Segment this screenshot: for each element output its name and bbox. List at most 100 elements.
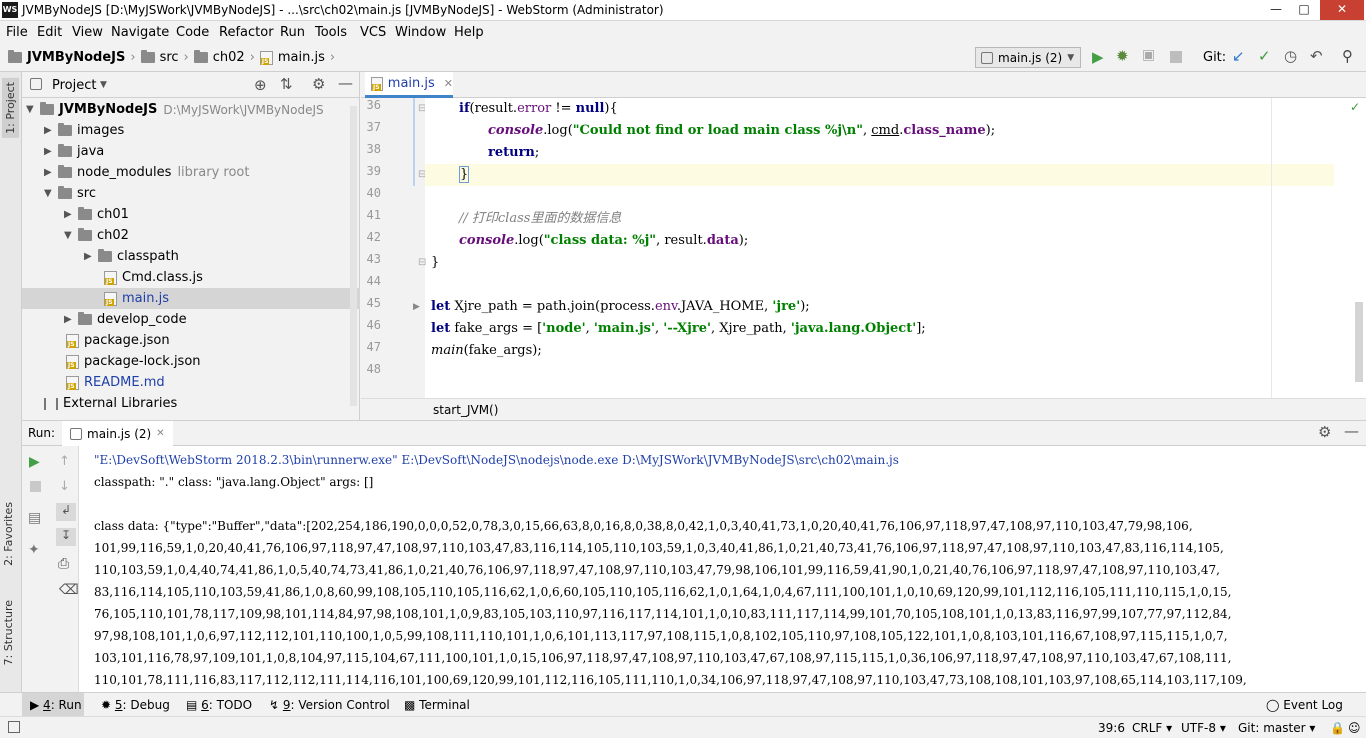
gear-icon[interactable]: ⚙ [1318,423,1331,441]
pin-icon[interactable]: ✦ [28,542,40,558]
gear-icon[interactable]: ⚙ [312,75,325,93]
json-file-icon [66,333,79,348]
chevron-right-icon: ▶ [84,251,92,262]
git-commit-icon[interactable]: ✓ [1258,47,1271,65]
coverage-icon[interactable]: ▣ [1142,47,1155,63]
tree-item-package-json[interactable]: package.json [66,330,170,351]
tree-item-readme[interactable]: README.md [66,372,165,393]
menu-file[interactable]: File [6,25,28,40]
menu-run[interactable]: Run [280,25,305,40]
line-number: 40 [366,186,381,200]
close-window-button[interactable]: ✕ [1320,0,1364,20]
minimize-button[interactable]: — [1262,0,1290,20]
menu-tools[interactable]: Tools [315,25,347,40]
file-encoding[interactable]: UTF-8 ▾ [1181,721,1226,735]
layout-icon[interactable]: ▤ [28,510,41,526]
function-breadcrumb[interactable]: start_JVM() [433,403,498,417]
terminal-icon: ▩ [404,698,420,712]
tree-item-ch02[interactable]: ▼ ch02 [64,225,129,246]
menu-edit[interactable]: Edit [37,25,62,40]
git-rollback-icon[interactable]: ↶ [1310,47,1323,65]
tree-item-node-modules[interactable]: ▶ node_modules library root [44,162,249,183]
menu-window[interactable]: Window [395,25,446,40]
git-history-icon[interactable]: ◷ [1284,47,1297,65]
toggle-panels-icon[interactable] [8,721,20,733]
lock-icon[interactable]: 🔒 [1330,721,1345,735]
tab-run[interactable]: ▶ 4: Run [30,698,82,712]
rerun-button[interactable]: ▶ [29,454,40,470]
json-file-icon [66,354,79,369]
breadcrumb: JVMByNodeJS › src › ch02 › main.js › [8,50,335,65]
arrow-down-icon[interactable]: ↓ [59,479,70,494]
breadcrumb-project[interactable]: JVMByNodeJS [27,50,125,65]
soft-wrap-icon[interactable]: ↲ [56,503,76,521]
stop-icon[interactable] [30,481,41,492]
project-panel-title[interactable]: Project [52,78,96,93]
event-log-button[interactable]: ◯ Event Log [1266,698,1343,712]
close-icon[interactable]: ✕ [444,77,453,90]
menu-code[interactable]: Code [176,25,209,40]
line-number: 37 [366,120,381,134]
hide-panel-icon[interactable]: — [338,74,353,92]
run-button[interactable]: ▶ [1092,48,1104,66]
tree-item-external-libraries[interactable]: External Libraries [44,393,177,414]
trash-icon[interactable]: ⌫ [59,582,79,598]
tab-structure-tool[interactable]: 7: Structure [2,600,15,665]
menu-vcs[interactable]: VCS [360,25,386,40]
arrow-up-icon[interactable]: ↑ [59,454,70,469]
tab-project-tool[interactable]: 1: Project [2,78,19,138]
menu-view[interactable]: View [72,25,103,40]
menu-navigate[interactable]: Navigate [111,25,169,40]
collapse-all-icon[interactable]: ⇅ [280,75,293,93]
stop-icon[interactable] [1170,51,1182,63]
scroll-to-end-icon[interactable]: ↧ [56,528,76,546]
project-scrollbar[interactable] [350,106,357,406]
tree-item-develop-code[interactable]: ▶ develop_code [64,309,187,330]
breadcrumb-src[interactable]: src [160,50,179,65]
tab-terminal[interactable]: ▩ Terminal [404,698,470,712]
tree-item-project-root[interactable]: ▼ JVMByNodeJS D:\MyJSWork\JVMByNodeJS [26,99,324,120]
tree-item-classpath[interactable]: ▶ classpath [84,246,179,267]
run-config-select[interactable]: main.js (2) ▼ [975,47,1081,68]
close-icon[interactable]: ✕ [156,428,164,439]
maximize-button[interactable]: □ [1290,0,1318,20]
run-tab[interactable]: main.js (2) ✕ [62,421,173,446]
line-separator[interactable]: CRLF ▾ [1132,721,1172,735]
locate-file-icon[interactable]: ⊕ [254,76,267,94]
chevron-down-icon[interactable]: ▼ [100,80,107,90]
inspector-icon[interactable]: ☺ [1348,721,1361,735]
chevron-right-icon: ▶ [64,314,72,325]
run-gutter-icon[interactable]: ▶ [413,302,420,312]
tree-item-package-lock-json[interactable]: package-lock.json [66,351,201,372]
code-token: , [654,321,664,336]
tree-item-main-js[interactable]: main.js [22,288,360,309]
console-output[interactable]: "E:\DevSoft\WebStorm 2018.2.3\bin\runner… [94,449,1364,693]
tab-favorites-tool[interactable]: 2: Favorites [2,502,15,566]
tab-debug[interactable]: ✹ 5: Debug [101,698,170,712]
search-icon[interactable]: ⚲ [1342,47,1353,65]
version-control-icon: ↯ [269,698,283,712]
caret-position[interactable]: 39:6 [1098,721,1125,735]
tree-item-java[interactable]: ▶ java [44,141,104,162]
print-icon[interactable]: ⎙ [58,556,69,572]
breadcrumb-main-js[interactable]: main.js [278,50,325,65]
git-branch[interactable]: Git: master ▾ [1238,721,1315,735]
tree-item-cmd-class-js[interactable]: Cmd.class.js [104,267,203,288]
breadcrumb-ch02[interactable]: ch02 [213,50,245,65]
tree-item-ch01[interactable]: ▶ ch01 [64,204,129,225]
debug-bug-icon[interactable]: ✹ [1116,47,1129,65]
editor-scrollbar[interactable] [1355,302,1363,382]
menu-refactor[interactable]: Refactor [219,25,274,40]
tab-todo[interactable]: ▤ 6: TODO [186,698,252,712]
menu-help[interactable]: Help [454,25,484,40]
code-token: ); [738,233,749,248]
code-token: .log( [514,233,544,248]
tree-item-images[interactable]: ▶ images [44,120,124,141]
tree-item-src[interactable]: ▼ src [44,183,96,204]
git-update-icon[interactable]: ↙ [1232,47,1245,65]
tab-main-js[interactable]: main.js ✕ [365,72,453,98]
code-area[interactable]: if(result.error != null){ console.log("C… [413,98,1366,398]
hide-panel-icon[interactable]: — [1344,422,1359,440]
tab-version-control[interactable]: ↯ 9: Version Control [269,698,390,712]
